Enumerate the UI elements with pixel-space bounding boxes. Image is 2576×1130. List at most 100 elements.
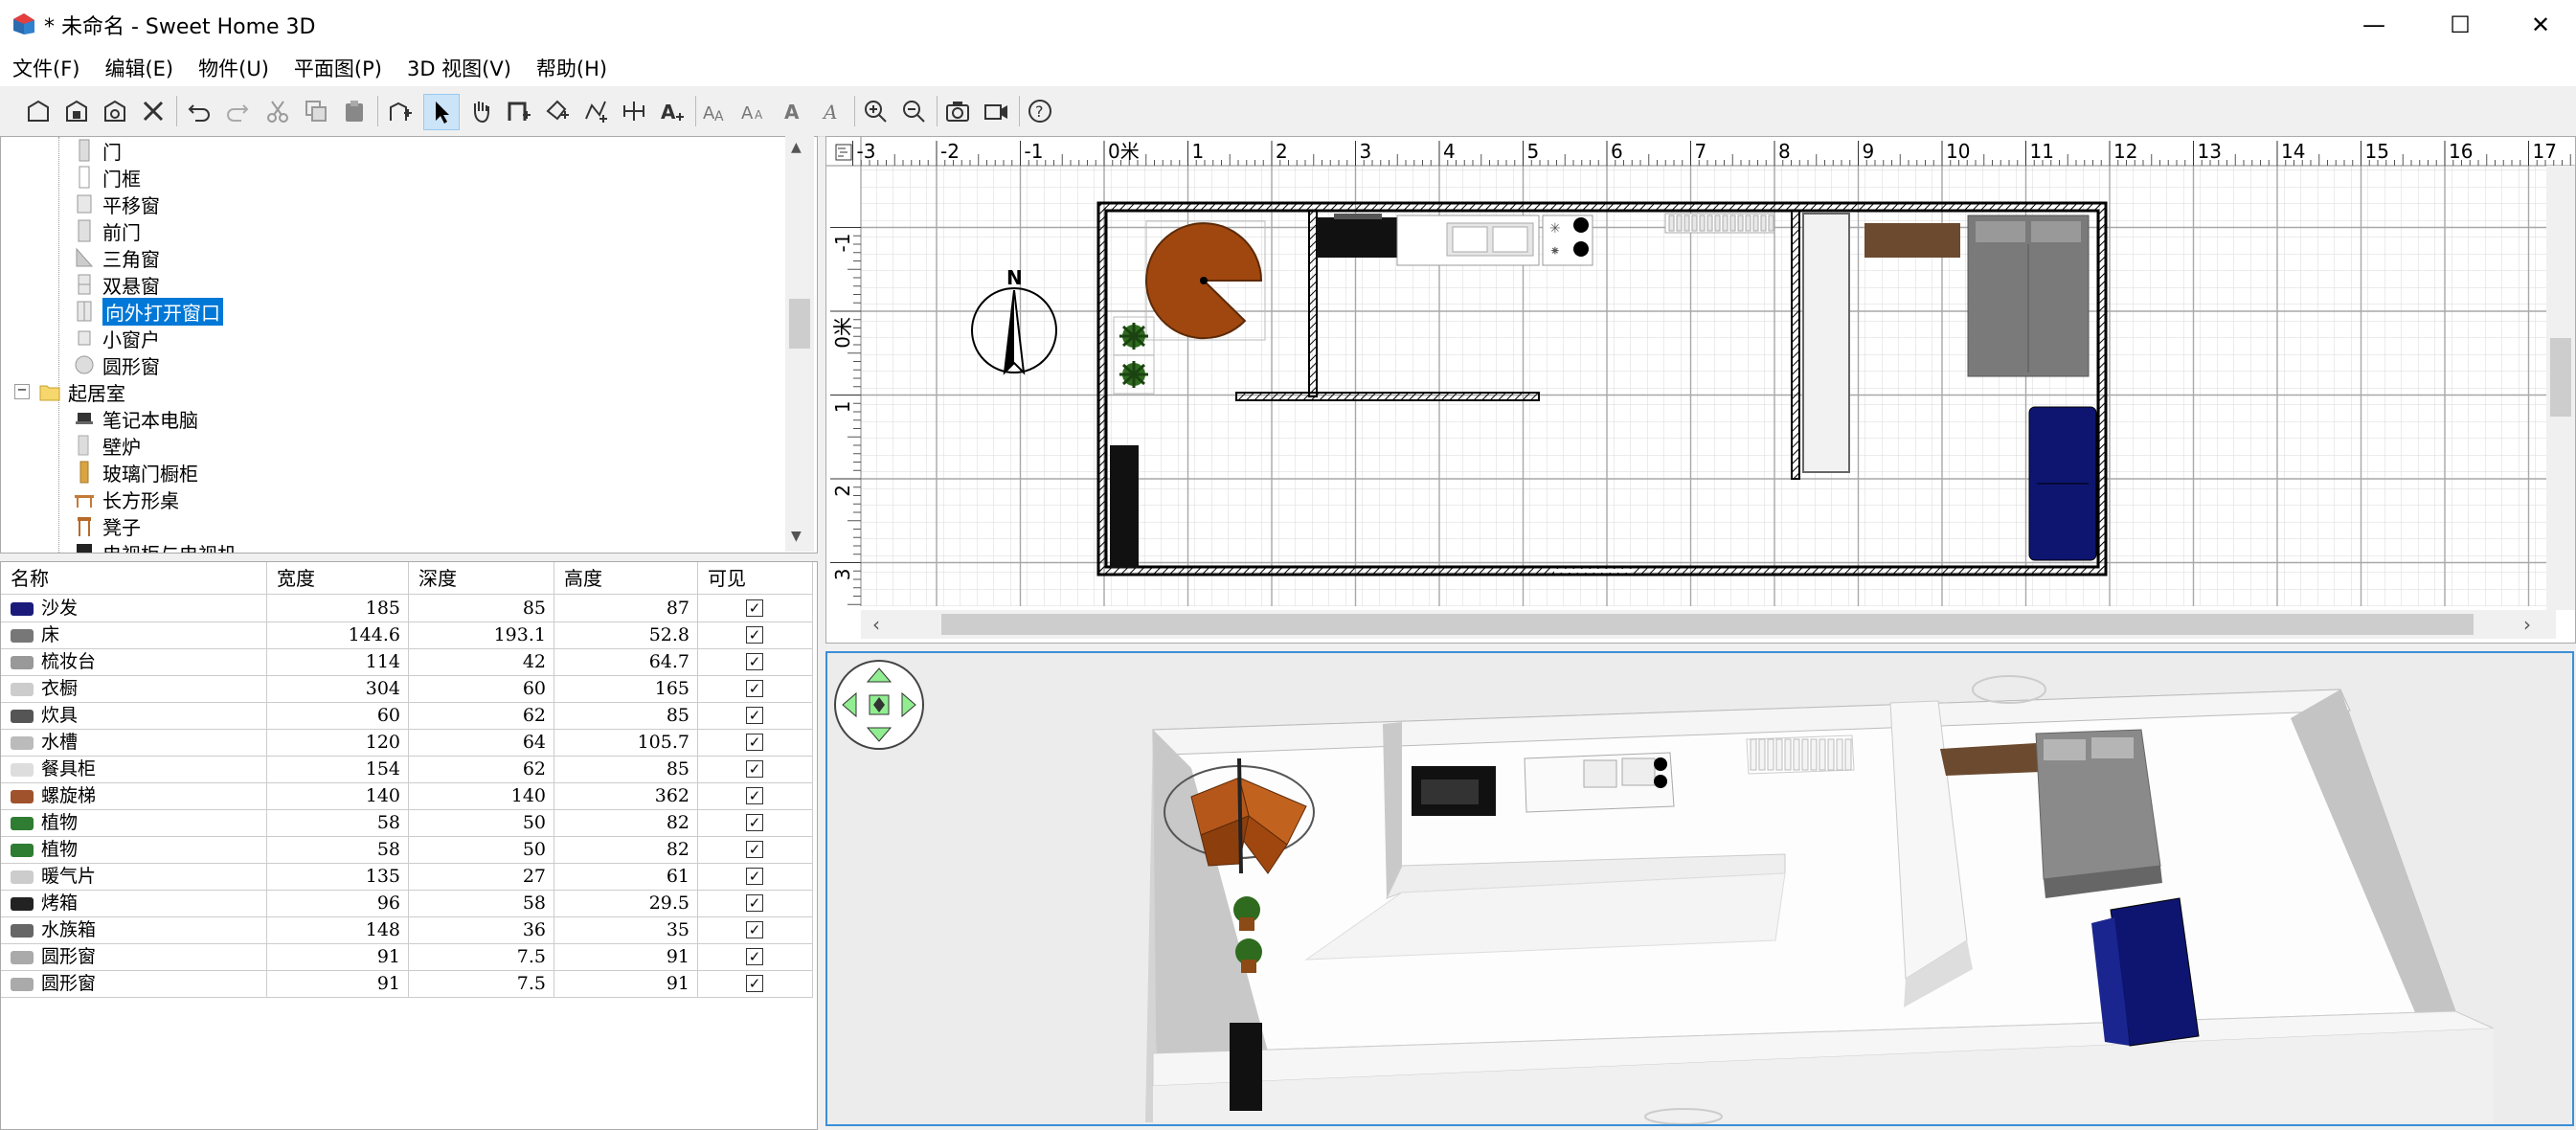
visible-checkbox[interactable]: ✓	[746, 760, 763, 778]
undo-icon[interactable]	[182, 94, 216, 128]
dresser[interactable]	[1864, 223, 1960, 258]
plan-canvas[interactable]: -3 -2 -1 0米 1 2 3 4 5 6 7 8 9 10 11 12 13 14 15 16 17 -10米12…	[826, 137, 2575, 643]
3d-view[interactable]	[825, 651, 2574, 1126]
create-dimensions-icon[interactable]	[617, 94, 651, 128]
table-row[interactable]: 植物 58 50 82 ✓	[1, 836, 813, 864]
radiator[interactable]	[1664, 213, 1775, 234]
open-icon[interactable]	[59, 94, 94, 128]
collapse-icon[interactable]: −	[14, 384, 30, 399]
table-row[interactable]: 暖气片 135 27 61 ✓	[1, 863, 813, 891]
plan-h-scroll-thumb[interactable]	[941, 614, 2474, 635]
catalog-item-door[interactable]: 门	[74, 137, 122, 164]
catalog-item-stool[interactable]: 凳子	[74, 512, 141, 539]
catalog-item-rectangular-table[interactable]: 长方形桌	[74, 486, 179, 512]
close-button[interactable]: ✕	[2507, 0, 2574, 50]
3d-navigation-control[interactable]	[834, 660, 924, 750]
catalog-item-triangle-window[interactable]: 三角窗	[74, 244, 160, 271]
oven[interactable]	[1317, 214, 1397, 258]
decrease-text-size-icon[interactable]: AA	[737, 94, 772, 128]
visible-checkbox[interactable]: ✓	[746, 599, 763, 617]
create-walls-icon[interactable]	[502, 94, 536, 128]
visible-checkbox[interactable]: ✓	[746, 787, 763, 804]
create-photo-icon[interactable]	[940, 94, 975, 128]
zoom-in-icon[interactable]	[858, 94, 893, 128]
add-text-icon[interactable]: A	[655, 94, 689, 128]
radiator-3d[interactable]	[1746, 734, 1855, 775]
catalog-item-laptop[interactable]: 笔记本电脑	[74, 405, 198, 432]
catalog-category-living-room[interactable]: − 起居室	[14, 378, 125, 405]
visible-checkbox[interactable]: ✓	[746, 653, 763, 670]
3d-canvas[interactable]	[827, 653, 2572, 1124]
catalog-item-front-door[interactable]: 前门	[74, 217, 141, 244]
visible-checkbox[interactable]: ✓	[746, 921, 763, 938]
scroll-down-icon[interactable]: ▼	[791, 529, 802, 544]
create-rooms-icon[interactable]	[540, 94, 575, 128]
menu-help[interactable]: 帮助(H)	[524, 54, 620, 82]
visible-checkbox[interactable]: ✓	[746, 814, 763, 831]
scroll-up-icon[interactable]: ▲	[791, 140, 802, 155]
select-mode-icon[interactable]	[423, 94, 460, 130]
column-header-width[interactable]: 宽度	[267, 562, 409, 595]
kitchen-counter[interactable]: ✳ ⁕	[1396, 215, 1593, 266]
visible-checkbox[interactable]: ✓	[746, 975, 763, 992]
increase-text-size-icon[interactable]: AA	[699, 94, 734, 128]
column-header-visible[interactable]: 可见	[698, 562, 813, 595]
aquarium-3d[interactable]	[1230, 1023, 1262, 1111]
preferences-icon[interactable]	[136, 94, 170, 128]
table-row[interactable]: 圆形窗 91 7.5 91 ✓	[1, 970, 813, 998]
plan-v-scroll-thumb[interactable]	[2550, 338, 2571, 417]
catalog-item-sliding-window[interactable]: 平移窗	[74, 191, 160, 217]
table-row[interactable]: 水族箱 148 36 35 ✓	[1, 916, 813, 944]
catalog-item-tv-cabinet[interactable]: 电视柜与电视机	[74, 539, 237, 553]
minimize-button[interactable]: —	[2340, 0, 2407, 50]
table-row[interactable]: 圆形窗 91 7.5 91 ✓	[1, 943, 813, 971]
visible-checkbox[interactable]: ✓	[746, 841, 763, 858]
visible-checkbox[interactable]: ✓	[746, 680, 763, 697]
table-row[interactable]: 餐具柜 154 62 85 ✓	[1, 756, 813, 783]
aquarium[interactable]	[1110, 445, 1139, 568]
maximize-button[interactable]: ☐	[2427, 0, 2494, 50]
menu-edit[interactable]: 编辑(E)	[92, 54, 186, 82]
save-icon[interactable]	[98, 94, 132, 128]
table-row[interactable]: 衣橱 304 60 165 ✓	[1, 675, 813, 703]
split-divider[interactable]	[0, 554, 816, 561]
catalog-item-round-window[interactable]: 圆形窗	[74, 351, 160, 378]
table-row[interactable]: 植物 58 50 82 ✓	[1, 809, 813, 837]
column-header-height[interactable]: 高度	[554, 562, 698, 595]
menu-plan[interactable]: 平面图(P)	[282, 54, 395, 82]
visible-checkbox[interactable]: ✓	[746, 626, 763, 644]
table-row[interactable]: 床 144.6 193.1 52.8 ✓	[1, 622, 813, 649]
table-row[interactable]: 沙发 185 85 87 ✓	[1, 595, 813, 622]
catalog-item-small-window[interactable]: 小窗户	[74, 325, 160, 351]
create-polylines-icon[interactable]	[578, 94, 613, 128]
visible-checkbox[interactable]: ✓	[746, 868, 763, 885]
oven-3d[interactable]	[1412, 766, 1496, 816]
table-row[interactable]: 螺旋梯 140 140 362 ✓	[1, 782, 813, 810]
menu-furniture[interactable]: 物件(U)	[186, 54, 282, 82]
table-row[interactable]: 烤箱 96 58 29.5 ✓	[1, 890, 813, 917]
sofa-3d[interactable]	[2091, 897, 2200, 1047]
copy-icon[interactable]	[299, 94, 333, 128]
paste-icon[interactable]	[337, 94, 372, 128]
visible-checkbox[interactable]: ✓	[746, 707, 763, 724]
scroll-left-icon[interactable]: ‹	[872, 613, 880, 636]
table-row[interactable]: 炊具 60 62 85 ✓	[1, 702, 813, 730]
catalog-item-door-frame[interactable]: 门框	[74, 164, 141, 191]
furniture-catalog-tree[interactable]: 门 门框 平移窗 前门 三角窗 双悬窗 向外打开窗口 小窗户 圆形窗 − 起居室…	[0, 136, 818, 554]
pan-mode-icon[interactable]	[463, 94, 498, 128]
catalog-scroll-thumb[interactable]	[789, 299, 810, 349]
create-video-icon[interactable]	[979, 94, 1013, 128]
redo-icon[interactable]	[220, 94, 255, 128]
menu-3d-view[interactable]: 3D 视图(V)	[395, 54, 524, 82]
catalog-item-outward-window[interactable]: 向外打开窗口	[74, 297, 223, 326]
sofa[interactable]	[2028, 406, 2097, 561]
bed-3d[interactable]	[2035, 729, 2162, 898]
catalog-item-glass-cabinet[interactable]: 玻璃门橱柜	[74, 459, 198, 486]
column-header-name[interactable]: 名称	[1, 562, 267, 595]
visible-checkbox[interactable]: ✓	[746, 894, 763, 912]
new-home-icon[interactable]	[21, 94, 56, 128]
bold-text-icon[interactable]: A	[776, 94, 810, 128]
cut-icon[interactable]	[260, 94, 295, 128]
visible-checkbox[interactable]: ✓	[746, 948, 763, 965]
menu-file[interactable]: 文件(F)	[0, 54, 92, 82]
